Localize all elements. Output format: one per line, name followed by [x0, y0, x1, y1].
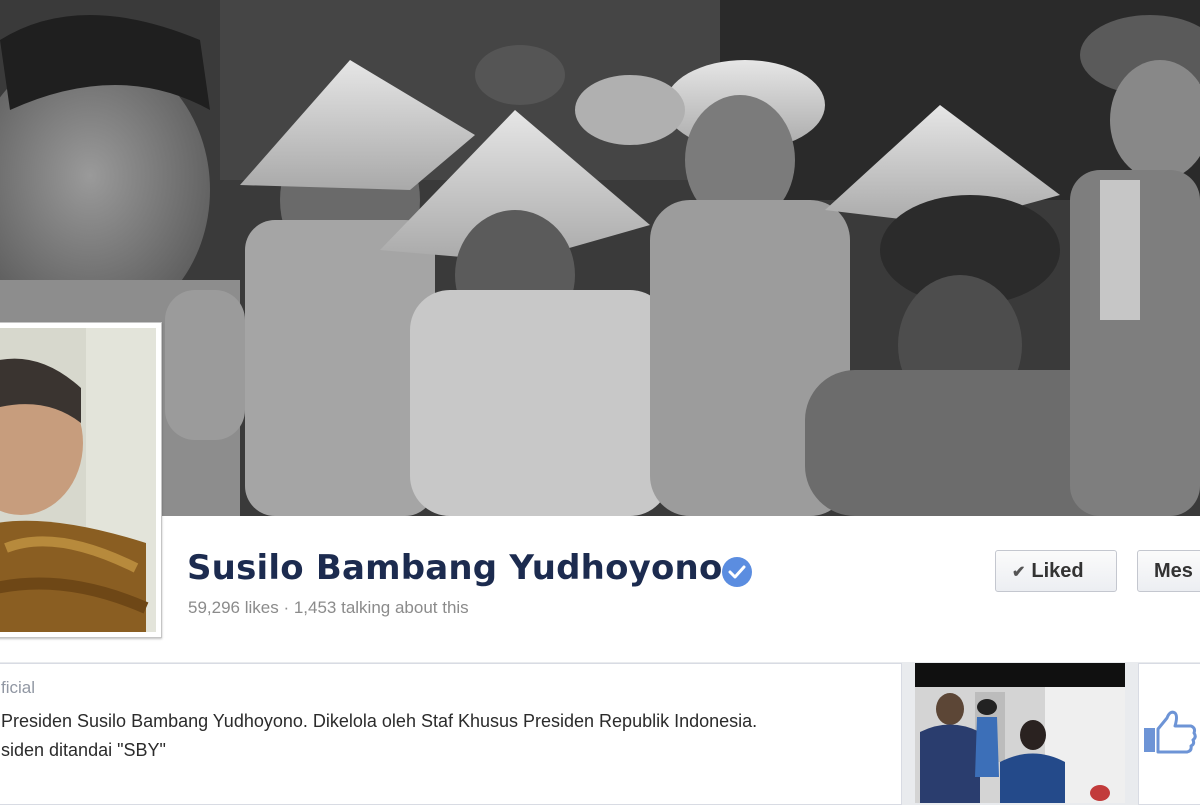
page-category[interactable]: ficial — [1, 678, 35, 698]
photos-thumbnail[interactable] — [915, 663, 1125, 803]
page-title[interactable]: Susilo Bambang Yudhoyono — [187, 548, 723, 588]
check-icon — [728, 565, 746, 579]
profile-photo — [0, 328, 156, 632]
message-button-label: Mes — [1154, 560, 1193, 582]
likes-box[interactable] — [1138, 663, 1200, 805]
liked-button[interactable]: ✔ Liked — [995, 550, 1117, 592]
verified-badge-icon — [722, 557, 752, 587]
cover-photo-illustration — [0, 0, 1200, 516]
message-button[interactable]: Mes — [1137, 550, 1200, 592]
page-stats: 59,296 likes · 1,453 talking about this — [188, 598, 469, 617]
check-icon: ✔ — [1012, 564, 1026, 581]
description-line-2: siden ditandai "SBY" — [1, 740, 166, 760]
thumbs-up-icon — [1144, 710, 1197, 754]
profile-photo-illustration — [0, 328, 156, 632]
photo-preview — [915, 687, 1125, 803]
about-panel: ficial Presiden Susilo Bambang Yudhoyono… — [0, 663, 902, 805]
profile-picture[interactable] — [0, 322, 162, 638]
page-description: Presiden Susilo Bambang Yudhoyono. Dikel… — [1, 707, 891, 765]
cover-photo[interactable] — [0, 0, 1200, 516]
photo-preview-illustration — [915, 687, 1125, 803]
liked-button-label: Liked — [1031, 560, 1084, 582]
description-line-1: Presiden Susilo Bambang Yudhoyono. Dikel… — [1, 711, 758, 731]
